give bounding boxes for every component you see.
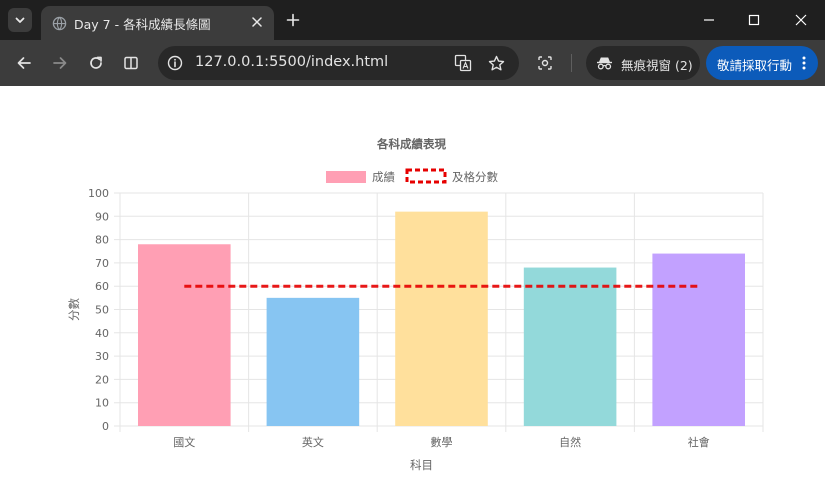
x-tick-label: 社會: [688, 435, 710, 449]
legend-label-bar: 成績: [372, 170, 395, 184]
bar-英文: [266, 297, 360, 426]
y-tick-label: 60: [95, 280, 109, 293]
x-tick-label: 國文: [173, 435, 195, 449]
split-view-icon: [124, 56, 138, 70]
x-tick-label: 自然: [559, 435, 581, 449]
close-icon: [252, 17, 262, 27]
forward-button[interactable]: [47, 50, 73, 76]
more-vert-icon: [802, 56, 806, 70]
bar-國文: [138, 244, 231, 426]
take-action-button[interactable]: 敬請採取行動: [706, 46, 818, 80]
tab-title: Day 7 - 各科成績長條圖: [74, 17, 211, 32]
bookmark-button[interactable]: [485, 52, 507, 74]
lens-icon: [538, 56, 552, 70]
translate-icon: [454, 54, 472, 72]
minimize-button[interactable]: [689, 7, 729, 33]
split-view-button[interactable]: [118, 50, 144, 76]
globe-icon: [52, 16, 67, 31]
x-tick-label: 英文: [302, 435, 324, 449]
legend-swatch-bar: [326, 171, 366, 183]
maximize-icon: [748, 14, 760, 26]
y-tick-label: 100: [88, 187, 109, 200]
y-tick-label: 80: [95, 234, 109, 247]
page-content: 各科成績表現成績 及格分數 0 10 20 30 40 50 60 70 80 90 100 國文 英文 數學…: [0, 86, 825, 491]
bar-數學: [395, 211, 488, 426]
tab-strip: Day 7 - 各科成績長條圖: [0, 0, 825, 40]
y-tick-label: 30: [95, 350, 109, 363]
reload-button[interactable]: [83, 50, 109, 76]
new-tab-button[interactable]: [282, 9, 304, 31]
plus-icon: [286, 13, 300, 27]
reload-icon: [90, 56, 102, 69]
screenshot-lens-button[interactable]: [532, 50, 558, 76]
y-tick-label: 40: [95, 327, 109, 340]
x-axis-title: 科目: [410, 458, 433, 472]
take-action-label: 敬請採取行動: [717, 58, 793, 73]
y-tick-label: 20: [95, 373, 109, 386]
back-button[interactable]: [11, 50, 37, 76]
site-info-button[interactable]: [164, 52, 186, 74]
legend-swatch-line: [405, 168, 447, 184]
browser-toolbar: 127.0.0.1:5500/index.html 無痕視窗 (2) 敬請採取行…: [0, 40, 825, 86]
close-icon: [795, 14, 807, 26]
close-window-button[interactable]: [781, 7, 821, 33]
info-icon: [167, 55, 183, 71]
tab-search-button[interactable]: [8, 8, 32, 32]
bar-社會: [652, 253, 745, 426]
bar-自然: [523, 267, 617, 426]
x-tick-label: 數學: [431, 436, 453, 449]
minimize-icon: [704, 19, 714, 21]
arrow-right-icon: [53, 57, 67, 69]
url-text[interactable]: 127.0.0.1:5500/index.html: [195, 54, 388, 70]
chevron-down-icon: [15, 17, 25, 23]
address-bar[interactable]: 127.0.0.1:5500/index.html: [158, 46, 519, 80]
y-tick-label: 0: [102, 420, 109, 433]
browser-menu-button[interactable]: [798, 55, 810, 71]
legend-label-line: 及格分數: [452, 170, 498, 184]
y-tick-label: 50: [95, 304, 109, 317]
toolbar-divider: [571, 54, 572, 72]
tab-close-button[interactable]: [248, 13, 266, 31]
incognito-label: 無痕視窗 (2): [621, 58, 693, 73]
y-tick-label: 70: [95, 257, 109, 270]
incognito-icon: [597, 57, 612, 70]
arrow-left-icon: [17, 57, 31, 69]
star-icon: [488, 55, 504, 70]
active-tab[interactable]: Day 7 - 各科成績長條圖: [41, 6, 274, 40]
y-axis-title: 分數: [67, 298, 81, 321]
translate-button[interactable]: [452, 52, 474, 74]
y-tick-label: 90: [95, 210, 109, 223]
incognito-indicator[interactable]: 無痕視窗 (2): [586, 46, 700, 80]
maximize-button[interactable]: [734, 7, 774, 33]
bar-chart: 各科成績表現成績 及格分數 0 10 20 30 40 50 60 70 80 90 100 國文 英文 數學…: [67, 137, 764, 472]
y-tick-label: 10: [95, 397, 109, 410]
chart-title: 各科成績表現: [376, 137, 446, 151]
